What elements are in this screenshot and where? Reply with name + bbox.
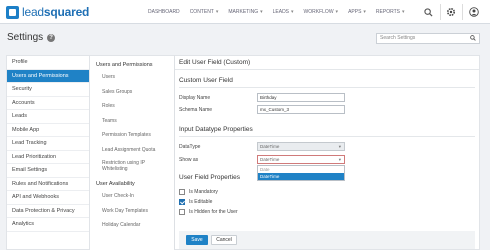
schema-name-label: Schema Name — [179, 107, 213, 113]
sub-nav-item-teams[interactable]: Teams — [90, 114, 174, 129]
section-title: User Field Properties — [179, 174, 241, 181]
is-editable-checkbox[interactable] — [179, 199, 185, 205]
is-mandatory-checkbox[interactable] — [179, 189, 185, 195]
search-settings-input[interactable]: Search Settings — [376, 33, 480, 44]
display-name-label: Display Name — [179, 95, 211, 101]
help-icon[interactable]: ? — [47, 33, 56, 42]
form-actions: Save Cancel — [179, 231, 475, 249]
datatype-label: DataType — [179, 144, 201, 150]
chevron-down-icon: ▾ — [335, 9, 339, 15]
sidebar-item-analytics[interactable]: Analytics — [7, 218, 89, 232]
nav-item-apps[interactable]: APPS ▾ — [348, 9, 366, 15]
sidebar-item-leads[interactable]: Leads — [7, 110, 89, 124]
show-as-label: Show as — [179, 157, 199, 163]
dropdown-option[interactable]: Date — [258, 166, 344, 173]
sub-nav-item-restriction-using-ip-whitelisting[interactable]: Restriction using IP Whitelisting — [90, 157, 174, 175]
chevron-down-icon: ▾ — [260, 9, 263, 15]
display-name-input[interactable]: Birthday — [257, 93, 345, 102]
sub-nav-item-sales-groups[interactable]: Sales Groups — [90, 85, 174, 100]
sub-nav-item-holiday-calendar[interactable]: Holiday Calendar — [90, 218, 174, 233]
is-editable-label: Is Editable — [189, 199, 213, 205]
main-nav: DASHBOARD CONTENT ▾ MARKETING ▾ LEADS ▾ WORKFLO… — [148, 0, 415, 24]
settings-gear-icon[interactable] — [443, 4, 459, 20]
sidebar-item-profile[interactable]: Profile — [7, 56, 89, 70]
cancel-button[interactable]: Cancel — [211, 235, 237, 245]
divider — [179, 87, 475, 88]
nav-item-label: APPS — [348, 9, 362, 15]
logo-mark-icon — [6, 5, 19, 19]
is-hidden-row[interactable]: Is Hidden for the User — [179, 209, 238, 215]
sub-nav-item-lead-assignment-quota[interactable]: Lead Assignment Quota — [90, 143, 174, 158]
sidebar-item-mobile-app[interactable]: Mobile App — [7, 124, 89, 137]
settings-sidebar: Profile Users and Permissions Security Acco… — [6, 55, 90, 250]
nav-item-label: DASHBOARD — [148, 9, 180, 15]
top-navbar: leadsquared DASHBOARD CONTENT ▾ MARKETING ▾ L… — [0, 0, 490, 24]
edit-user-field-panel: Edit User Field (Custom) Custom User Fie… — [174, 55, 480, 250]
nav-item-label: CONTENT — [189, 9, 214, 15]
sub-nav-item-user-check-in[interactable]: User Check-In — [90, 189, 174, 204]
nav-item-label: MARKETING — [228, 9, 259, 15]
sidebar-item-lead-prioritization[interactable]: Lead Prioritization — [7, 151, 89, 164]
sub-settings-sidebar: Users and Permissions Users Sales Groups R… — [90, 55, 174, 250]
nav-item-label: LEADS — [272, 9, 290, 15]
nav-item-marketing[interactable]: MARKETING ▾ — [228, 9, 262, 15]
sidebar-item-accounts[interactable]: Accounts — [7, 97, 89, 110]
nav-item-label: WORKFLOW — [303, 9, 334, 15]
show-as-dropdown: Date DateTime — [257, 165, 345, 181]
is-editable-row[interactable]: Is Editable — [179, 199, 212, 205]
sidebar-item-security[interactable]: Security — [7, 83, 89, 97]
search-icon[interactable] — [420, 4, 436, 20]
divider — [175, 69, 479, 70]
chevron-down-icon: ▾ — [363, 9, 366, 15]
user-avatar-icon[interactable] — [466, 4, 482, 20]
divider — [440, 4, 441, 20]
sub-nav-item-users[interactable]: Users — [90, 70, 174, 85]
divider — [462, 4, 463, 20]
chevron-down-icon: ▾ — [215, 9, 219, 15]
chevron-down-icon: ▾ — [338, 144, 341, 149]
sub-nav-item-permission-templates[interactable]: Permission Templates — [90, 128, 174, 143]
save-button[interactable]: Save — [186, 235, 208, 245]
chevron-down-icon: ▾ — [402, 9, 405, 15]
sub-section-heading: User Availability — [96, 180, 135, 187]
logo[interactable]: leadsquared — [6, 5, 89, 19]
sidebar-item-email-settings[interactable]: Email Settings — [7, 164, 89, 178]
sub-section-heading: Users and Permissions — [96, 61, 153, 68]
panel-title: Edit User Field (Custom) — [179, 59, 251, 66]
chevron-down-icon: ▾ — [338, 157, 341, 162]
nav-item-label: REPORTS — [375, 9, 401, 15]
sidebar-item-lead-tracking[interactable]: Lead Tracking — [7, 137, 89, 151]
sidebar-item-users-and-permissions[interactable]: Users and Permissions — [7, 69, 89, 83]
chevron-down-icon: ▾ — [291, 9, 294, 15]
sidebar-item-api-and-webhooks[interactable]: API and Webhooks — [7, 191, 89, 205]
section-title: Input Datatype Properties — [179, 126, 253, 133]
sub-nav-item-work-day-templates[interactable]: Work Day Templates — [90, 204, 174, 219]
nav-item-dashboard[interactable]: DASHBOARD — [148, 9, 180, 15]
divider — [179, 136, 475, 137]
sidebar-item-rules-and-notifications[interactable]: Rules and Notifications — [7, 178, 89, 191]
is-mandatory-label: Is Mandatory — [189, 189, 218, 195]
dropdown-option[interactable]: DateTime — [258, 173, 344, 180]
search-icon — [470, 35, 476, 45]
nav-item-leads[interactable]: LEADS ▾ — [273, 9, 294, 15]
sub-nav-item-roles[interactable]: Roles — [90, 99, 174, 114]
is-hidden-label: Is Hidden for the User — [189, 209, 238, 215]
nav-item-content[interactable]: CONTENT ▾ — [190, 9, 219, 15]
nav-item-reports[interactable]: REPORTS ▾ — [376, 9, 405, 15]
page-title: Settings ? — [7, 32, 56, 43]
show-as-select[interactable]: DateTime ▾ — [257, 155, 345, 164]
section-title: Custom User Field — [179, 77, 233, 84]
logo-text: leadsquared — [22, 5, 90, 19]
is-mandatory-row[interactable]: Is Mandatory — [179, 189, 218, 195]
nav-item-workflow[interactable]: WORKFLOW ▾ — [304, 9, 339, 15]
is-hidden-checkbox[interactable] — [179, 209, 185, 215]
sidebar-item-data-protection-privacy[interactable]: Data Protection & Privacy — [7, 205, 89, 218]
schema-name-input[interactable]: mx_Custom_3 — [257, 105, 345, 114]
datatype-select: DateTime ▾ — [257, 142, 345, 151]
